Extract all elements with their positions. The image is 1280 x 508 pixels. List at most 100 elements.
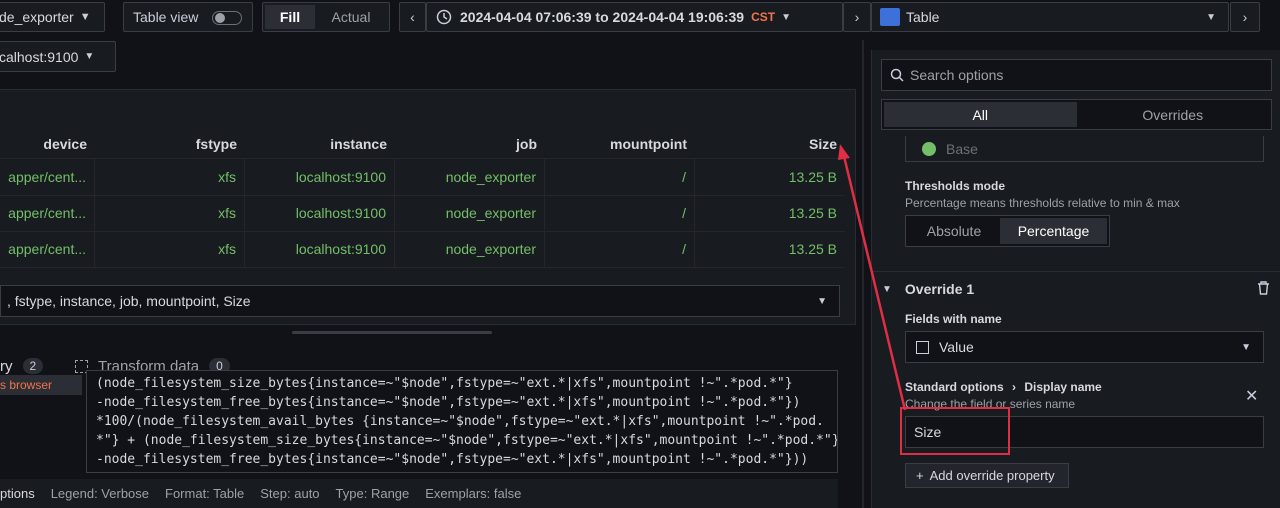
add-override-property-button[interactable]: + Add override property (905, 463, 1069, 488)
step-option: Step: auto (260, 486, 320, 501)
clock-icon (436, 9, 452, 25)
collapse-options-button[interactable]: › (1230, 2, 1260, 32)
query-options-bar[interactable]: ptions Legend: Verbose Format: Table Ste… (0, 479, 838, 508)
datasource-picker[interactable]: de_exporter ▼ (0, 2, 105, 32)
highlight-box (900, 407, 1010, 455)
timezone-badge: CST (751, 10, 776, 24)
col-header-job[interactable]: job (395, 129, 545, 159)
close-icon[interactable]: ✕ (1245, 386, 1258, 406)
base-color-dot[interactable] (922, 141, 936, 156)
base-label: Base (946, 140, 978, 157)
chevron-right-icon: › (1242, 9, 1248, 25)
cell-fstype: xfs (95, 231, 245, 267)
property-breadcrumb: Standard options › Display name (905, 380, 1102, 394)
chevron-down-icon: ▼ (781, 11, 791, 23)
search-options-input[interactable]: Search options (881, 59, 1272, 91)
query-line-5: -node_filesystem_free_bytes{instance=~"$… (96, 452, 809, 467)
field-name-select[interactable]: Value ▼ (905, 331, 1264, 363)
field-icon (916, 340, 929, 354)
divider (872, 271, 1280, 272)
col-header-fstype[interactable]: fstype (95, 129, 245, 159)
field-value: Value (939, 339, 974, 355)
chevron-left-icon: ‹ (410, 9, 415, 25)
chevron-down-icon: ▼ (79, 11, 91, 23)
visualization-label: Table (906, 9, 940, 25)
datasource-label: de_exporter (0, 9, 74, 25)
table-row: apper/cent... xfs localhost:9100 node_ex… (0, 159, 845, 195)
cell-job: node_exporter (395, 159, 545, 195)
instance-variable-value: calhost:9100 (0, 48, 79, 65)
metrics-browser-button[interactable]: s browser (0, 375, 82, 395)
col-header-mountpoint[interactable]: mountpoint (545, 129, 695, 159)
cell-job: node_exporter (395, 195, 545, 231)
query-line-4: *"} + (node_filesystem_size_bytes{instan… (96, 433, 838, 448)
fields-select-value: , fstype, instance, job, mountpoint, Siz… (7, 293, 251, 309)
time-forward-button[interactable]: › (843, 2, 871, 32)
col-header-device[interactable]: device (0, 129, 95, 159)
exemplars-option: Exemplars: false (425, 486, 522, 501)
time-back-button[interactable]: ‹ (399, 2, 426, 32)
cell-instance: localhost:9100 (245, 195, 395, 231)
cell-size: 13.25 B (788, 241, 837, 257)
instance-variable-picker[interactable]: calhost:9100 ▼ (0, 41, 116, 72)
absolute-button[interactable]: Absolute (908, 218, 1000, 244)
query-line-3: *100/(node_filesystem_avail_bytes {insta… (96, 414, 824, 429)
query-line-1: (node_filesystem_size_bytes{instance=~"$… (96, 376, 793, 391)
thresholds-mode-desc: Percentage means thresholds relative to … (905, 196, 1180, 210)
col-header-instance[interactable]: instance (245, 129, 395, 159)
table-view-label: Table view (133, 9, 199, 25)
thresholds-mode-title: Thresholds mode (905, 179, 1006, 193)
thresholds-mode-radio: Absolute Percentage (905, 215, 1110, 247)
table-view-toggle[interactable]: Table view (123, 2, 253, 32)
search-placeholder: Search options (910, 67, 1004, 83)
visualization-picker[interactable]: Table ▼ (871, 2, 1229, 32)
query-editor[interactable]: (node_filesystem_size_bytes{instance=~"$… (86, 370, 838, 473)
chevron-right-icon: › (1012, 380, 1017, 394)
options-pane: Search options All Overrides Base Thresh… (871, 50, 1280, 508)
col-header-size[interactable]: Size (695, 129, 845, 159)
vertical-splitter[interactable] (862, 40, 864, 508)
chevron-down-icon: ▼ (1206, 11, 1216, 23)
percentage-button[interactable]: Percentage (1000, 218, 1107, 244)
query-line-2: -node_filesystem_free_bytes{instance=~"$… (96, 395, 801, 410)
panel-splitter[interactable] (292, 331, 492, 334)
display-name-label: Display name (1024, 380, 1102, 394)
cell-device: apper/cent... (0, 195, 95, 231)
toggle-switch[interactable] (212, 11, 242, 25)
query-count-badge: 2 (22, 358, 44, 374)
fields-with-name-label: Fields with name (905, 312, 1002, 326)
cell-fstype: xfs (95, 159, 245, 195)
standard-options-label: Standard options (905, 380, 1004, 394)
legend-option: Legend: Verbose (50, 486, 150, 501)
tab-overrides[interactable]: Overrides (1077, 102, 1270, 127)
cell-device: apper/cent... (0, 231, 95, 267)
tab-all[interactable]: All (884, 102, 1077, 127)
chevron-down-icon: ▼ (1241, 341, 1251, 353)
metrics-browser-label: s browser (0, 378, 53, 392)
trash-icon[interactable] (1257, 281, 1270, 295)
cell-mountpoint: / (545, 159, 695, 195)
fields-select[interactable]: , fstype, instance, job, mountpoint, Siz… (0, 285, 840, 317)
table-row: apper/cent... xfs localhost:9100 node_ex… (0, 231, 845, 267)
chevron-down-icon: ▼ (84, 51, 95, 62)
fill-button[interactable]: Fill (265, 5, 315, 29)
time-range-text: 2024-04-04 07:06:39 to 2024-04-04 19:06:… (460, 9, 745, 25)
type-option: Type: Range (335, 486, 410, 501)
cell-size: 13.25 B (788, 169, 837, 185)
override-header[interactable]: ▼ Override 1 (882, 279, 1272, 299)
cell-device: apper/cent... (0, 159, 95, 195)
table-panel: device fstype instance job mountpoint Si… (0, 89, 856, 325)
cell-mountpoint: / (545, 231, 695, 267)
table-row: apper/cent... xfs localhost:9100 node_ex… (0, 195, 845, 231)
query-options-label: ptions (0, 486, 35, 501)
actual-button[interactable]: Actual (315, 5, 387, 29)
cell-size: 13.25 B (788, 205, 837, 221)
cell-job: node_exporter (395, 231, 545, 267)
time-range-picker[interactable]: 2024-04-04 07:06:39 to 2024-04-04 19:06:… (426, 2, 843, 32)
chevron-down-icon: ▼ (882, 283, 892, 295)
table-viz-icon (880, 8, 900, 26)
threshold-base-row: Base (905, 136, 1264, 162)
search-icon (890, 68, 904, 82)
cell-instance: localhost:9100 (245, 231, 395, 267)
override-title: Override 1 (904, 281, 975, 297)
